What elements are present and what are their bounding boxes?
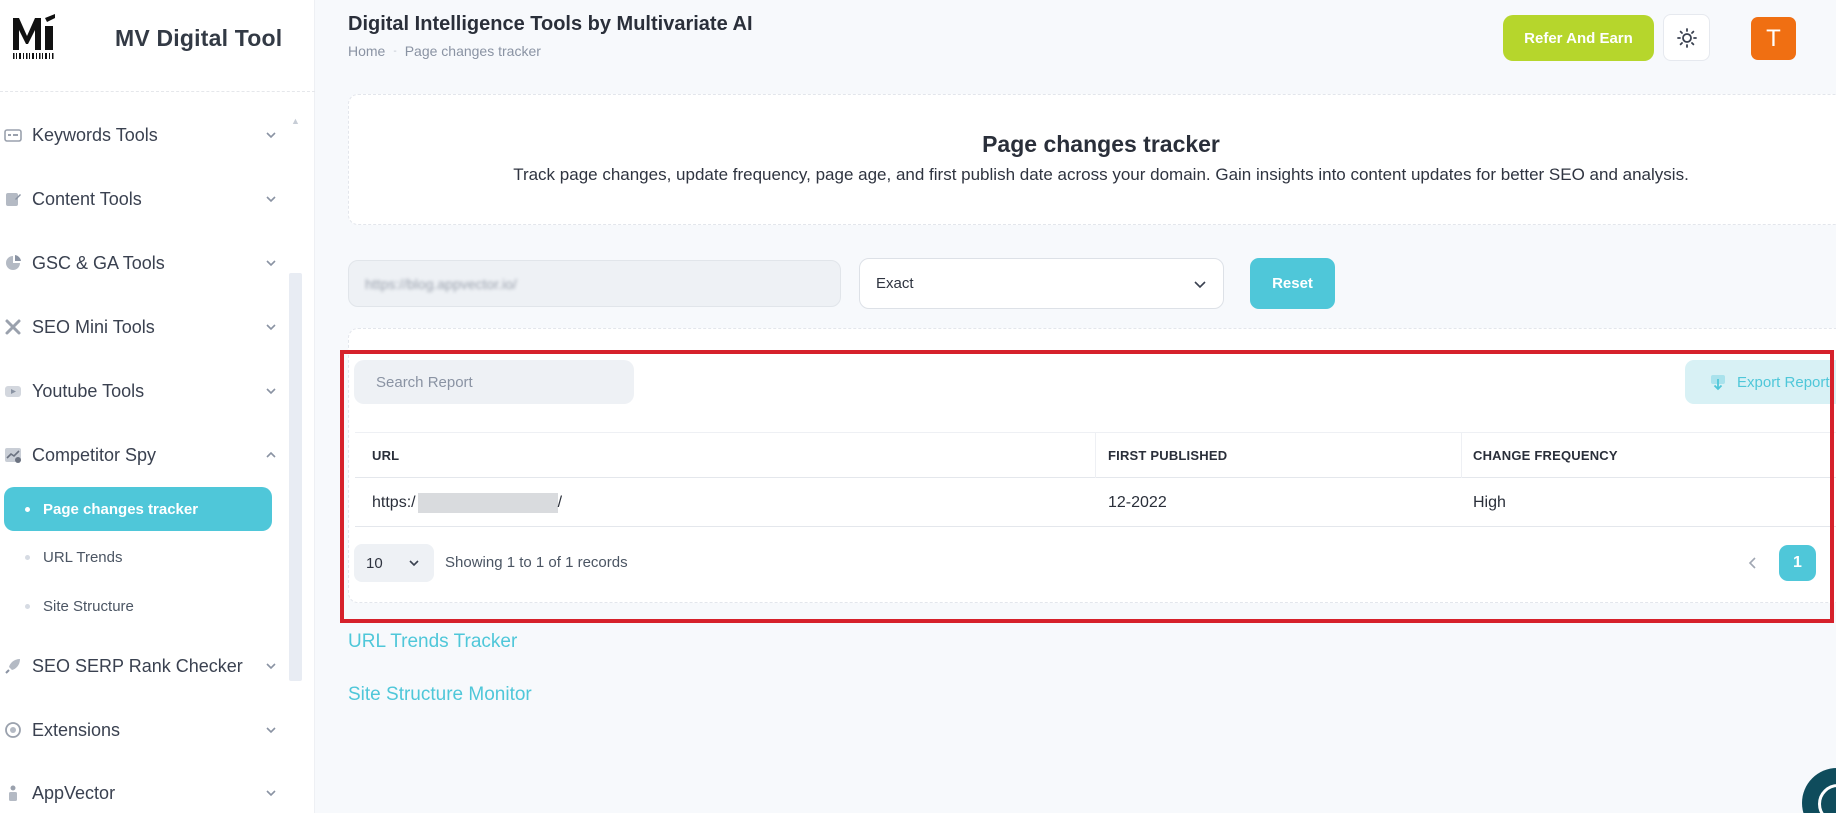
sidebar-subitem-label: URL Trends [43,548,123,566]
sidebar-item-label: SEO Mini Tools [32,316,155,337]
chevron-down-icon [265,193,277,205]
brand-name: MV Digital Tool [115,25,283,51]
column-divider [1461,433,1462,478]
sidebar-scrollbar[interactable] [289,273,302,681]
rocket-icon [4,657,22,675]
export-report-label: Export Report [1737,373,1830,391]
analytics-icon [4,254,22,272]
sidebar-subitem-site-structure[interactable]: Site Structure [4,584,272,628]
cell-first-published: 12-2022 [1108,493,1167,511]
chevron-down-icon [265,724,277,736]
search-report-input[interactable] [354,360,634,404]
table-row[interactable]: https:/ / 12-2022 High [355,478,1836,527]
column-header-url[interactable]: URL [372,433,399,478]
sidebar-item-label: Keywords Tools [32,124,158,145]
extension-icon [4,721,22,739]
user-avatar[interactable]: T [1751,17,1796,60]
previous-page-button[interactable] [1742,550,1762,576]
cell-url[interactable]: https:/ / [372,478,562,527]
page-number-button[interactable]: 1 [1779,545,1816,581]
sidebar-subitem-url-trends[interactable]: URL Trends [4,535,272,579]
chevron-down-icon [265,321,277,333]
app-icon [4,784,22,802]
chevron-left-icon [1748,557,1756,569]
sidebar-subitem-label: Page changes tracker [43,500,199,518]
sidebar-item-appvector[interactable]: AppVector [0,773,280,813]
logo [13,14,55,59]
breadcrumb-separator: - [393,45,397,57]
site-structure-monitor-link[interactable]: Site Structure Monitor [348,684,532,706]
column-header-first-published[interactable]: FIRST PUBLISHED [1108,433,1227,478]
breadcrumb: Home - Page changes tracker [348,43,541,59]
bullet-icon [25,554,30,560]
intro-title: Page changes tracker [982,131,1220,157]
tools-icon [4,318,22,336]
chevron-down-icon [265,129,277,141]
redacted-url [417,492,558,513]
sidebar-item-extensions[interactable]: Extensions [0,710,280,750]
sidebar-item-label: SEO SERP Rank Checker [32,655,243,676]
sidebar-item-gsc-ga-tools[interactable]: GSC & GA Tools [0,243,280,283]
breadcrumb-home[interactable]: Home [348,43,385,59]
sidebar-item-label: GSC & GA Tools [32,252,165,273]
table-header: URL FIRST PUBLISHED CHANGE FREQUENCY [355,433,1836,478]
refer-and-earn-button[interactable]: Refer And Earn [1503,15,1654,61]
bullet-icon [25,603,30,609]
chevron-down-icon [409,560,419,567]
sidebar: MV Digital Tool ▲ Keywords Tools Content… [0,0,315,813]
reset-button[interactable]: Reset [1250,258,1335,309]
match-type-select[interactable]: Exact [859,258,1224,309]
sidebar-item-label: Youtube Tools [32,380,145,401]
column-header-change-frequency[interactable]: CHANGE FREQUENCY [1473,433,1618,478]
keyword-icon [4,126,22,144]
report-table: URL FIRST PUBLISHED CHANGE FREQUENCY htt… [355,432,1836,527]
page-size-value: 10 [366,554,383,572]
theme-toggle-button[interactable] [1663,14,1710,61]
url-trends-tracker-link[interactable]: URL Trends Tracker [348,631,517,653]
download-icon [1711,375,1725,391]
sidebar-item-seo-serp-rank-checker[interactable]: SEO SERP Rank Checker [0,646,280,686]
youtube-icon [4,382,22,400]
chevron-down-icon [1194,281,1206,289]
chevron-down-icon [265,385,277,397]
records-info: Showing 1 to 1 of 1 records [445,554,628,571]
cell-change-frequency: High [1473,493,1506,511]
sidebar-item-label: Extensions [32,719,121,740]
sidebar-item-youtube-tools[interactable]: Youtube Tools [0,371,280,411]
chevron-down-icon [265,660,277,672]
page-size-select[interactable]: 10 [354,544,434,582]
intro-description: Track page changes, update frequency, pa… [513,165,1689,184]
match-type-value: Exact [876,275,914,292]
scroll-up-icon[interactable]: ▲ [291,116,300,126]
chevron-down-icon [265,257,277,269]
sidebar-item-competitor-spy[interactable]: Competitor Spy [0,435,280,475]
content-icon [4,190,22,208]
chevron-down-icon [265,787,277,799]
sidebar-item-label: AppVector [32,782,116,803]
page-header-title: Digital Intelligence Tools by Multivaria… [348,13,753,35]
bullet-icon [25,506,30,512]
column-divider [1095,433,1096,478]
cell-url-tail: / [557,493,563,511]
export-report-button[interactable]: Export Report [1685,360,1836,404]
sidebar-item-label: Content Tools [32,188,142,209]
chart-icon [4,446,22,464]
url-input[interactable]: https://blog.appvector.io/ [348,260,841,307]
intro-card: Page changes tracker Track page changes,… [348,94,1836,225]
sidebar-item-label: Competitor Spy [32,444,157,465]
sidebar-subitem-page-changes-tracker[interactable]: Page changes tracker [4,487,272,531]
cell-url-text: https:/ [372,493,416,511]
chevron-up-icon [265,449,277,461]
sidebar-item-keywords-tools[interactable]: Keywords Tools [0,115,280,155]
sidebar-item-content-tools[interactable]: Content Tools [0,179,280,219]
breadcrumb-current: Page changes tracker [404,43,541,59]
url-input-value: https://blog.appvector.io/ [365,275,517,292]
sun-icon [1676,27,1697,48]
sidebar-item-seo-mini-tools[interactable]: SEO Mini Tools [0,307,280,347]
sidebar-subitem-label: Site Structure [43,597,134,615]
brand-header: MV Digital Tool [0,0,315,92]
